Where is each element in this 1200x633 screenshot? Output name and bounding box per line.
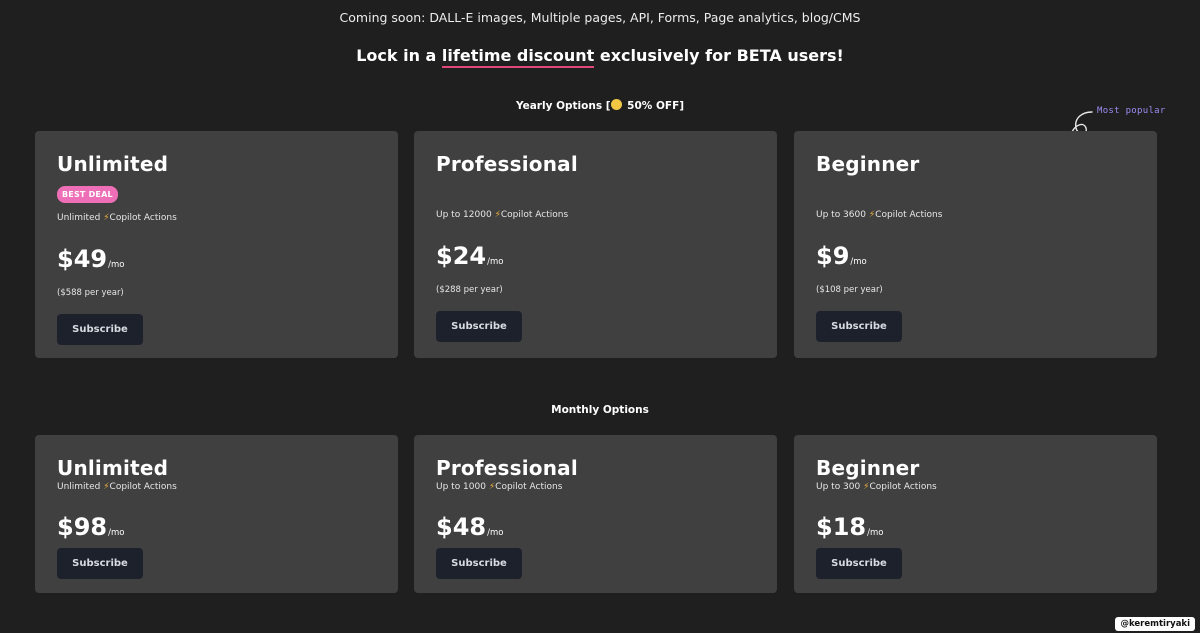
- yearly-label-text: Yearly Options [: [515, 100, 611, 112]
- pricing-page: Coming soon: DALL-E images, Multiple pag…: [0, 0, 1200, 633]
- plan-title: Unlimited: [57, 456, 169, 480]
- coming-soon-banner: Coming soon: DALL-E images, Multiple pag…: [339, 10, 861, 25]
- price-amount: $49: [57, 245, 108, 273]
- actions-prefix: Unlimited: [57, 482, 104, 492]
- plan-price: $48/mo: [436, 513, 503, 541]
- monthly-card-unlimited: Unlimited Unlimited ⚡Copilot Actions $98…: [35, 435, 398, 593]
- actions-suffix: Copilot Actions: [109, 482, 177, 492]
- plan-per-year: ($108 per year): [816, 285, 883, 295]
- plan-price: $24/mo: [436, 242, 503, 270]
- yearly-card-professional: Professional Up to 12000 ⚡Copilot Action…: [414, 131, 777, 358]
- actions-prefix: Up to 12000: [436, 210, 495, 220]
- author-watermark: @keremtiryaki: [1115, 617, 1195, 631]
- plan-price: $9/mo: [816, 242, 867, 270]
- actions-suffix: Copilot Actions: [869, 482, 937, 492]
- plan-actions: Up to 3600 ⚡Copilot Actions: [816, 210, 942, 220]
- price-amount: $9: [816, 242, 850, 270]
- headline-text-pre: Lock in a: [356, 46, 442, 65]
- actions-prefix: Up to 300: [816, 482, 864, 492]
- actions-prefix: Up to 3600: [816, 210, 869, 220]
- plan-per-year: ($588 per year): [57, 288, 124, 298]
- plan-price: $98/mo: [57, 513, 124, 541]
- plan-title: Beginner: [816, 152, 920, 176]
- price-amount: $18: [816, 513, 867, 541]
- price-period: /mo: [850, 257, 867, 267]
- plan-per-year: ($288 per year): [436, 285, 503, 295]
- headline-text-post: exclusively for BETA users!: [594, 46, 844, 65]
- plan-actions: Up to 300 ⚡Copilot Actions: [816, 482, 937, 492]
- price-period: /mo: [487, 257, 504, 267]
- subscribe-button[interactable]: Subscribe: [816, 548, 902, 579]
- monthly-card-beginner: Beginner Up to 300 ⚡Copilot Actions $18/…: [794, 435, 1157, 593]
- page-headline: Lock in a lifetime discount exclusively …: [0, 46, 1200, 68]
- subscribe-button[interactable]: Subscribe: [436, 548, 522, 579]
- price-amount: $24: [436, 242, 487, 270]
- price-period: /mo: [487, 528, 504, 538]
- price-period: /mo: [867, 528, 884, 538]
- subscribe-button[interactable]: Subscribe: [816, 311, 902, 342]
- subscribe-button[interactable]: Subscribe: [436, 311, 522, 342]
- monthly-card-professional: Professional Up to 1000 ⚡Copilot Actions…: [414, 435, 777, 593]
- price-period: /mo: [108, 260, 125, 270]
- headline-highlight: lifetime discount: [441, 46, 595, 68]
- plan-actions: Unlimited ⚡Copilot Actions: [57, 213, 177, 223]
- yearly-card-unlimited: Unlimited BEST DEAL Unlimited ⚡Copilot A…: [35, 131, 398, 358]
- subscribe-button[interactable]: Subscribe: [57, 548, 143, 579]
- price-amount: $48: [436, 513, 487, 541]
- plan-price: $49/mo: [57, 245, 124, 273]
- money-face-emoji-icon: [610, 99, 622, 110]
- plan-title: Unlimited: [57, 152, 169, 176]
- plan-title: Professional: [436, 152, 578, 176]
- plan-title: Beginner: [816, 456, 920, 480]
- price-amount: $98: [57, 513, 108, 541]
- actions-suffix: Copilot Actions: [500, 210, 569, 220]
- actions-suffix: Copilot Actions: [495, 482, 563, 492]
- subscribe-button[interactable]: Subscribe: [57, 314, 143, 345]
- actions-prefix: Up to 1000: [436, 482, 489, 492]
- most-popular-annotation: Most popular: [1097, 106, 1166, 116]
- actions-suffix: Copilot Actions: [109, 213, 177, 223]
- best-deal-badge: BEST DEAL: [57, 186, 118, 203]
- plan-price: $18/mo: [816, 513, 883, 541]
- plan-actions: Up to 12000 ⚡Copilot Actions: [436, 210, 568, 220]
- plan-actions: Unlimited ⚡Copilot Actions: [57, 482, 177, 492]
- price-period: /mo: [108, 528, 125, 538]
- monthly-options-label: Monthly Options: [551, 404, 649, 416]
- actions-prefix: Unlimited: [57, 213, 104, 223]
- yearly-card-beginner: Beginner Up to 3600 ⚡Copilot Actions $9/…: [794, 131, 1157, 358]
- actions-suffix: Copilot Actions: [875, 210, 943, 220]
- plan-title: Professional: [436, 456, 578, 480]
- yearly-discount-text: 50% OFF]: [623, 100, 685, 112]
- yearly-options-label: Yearly Options [ 50% OFF]: [0, 99, 1200, 112]
- plan-actions: Up to 1000 ⚡Copilot Actions: [436, 482, 562, 492]
